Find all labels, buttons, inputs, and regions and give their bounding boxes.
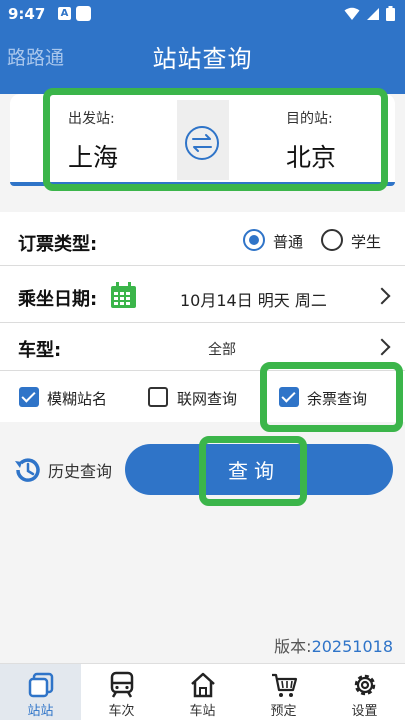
ticket-type-label: 订票类型: [18, 234, 98, 255]
notification-a-icon: A [58, 7, 71, 20]
gear-icon [354, 674, 375, 696]
radio-student[interactable] [321, 229, 343, 251]
signal-icon [367, 7, 379, 20]
tab-station-to-station[interactable]: 站站 [0, 664, 81, 720]
swap-icon[interactable] [184, 125, 220, 161]
radio-normal-label[interactable]: 普通 [273, 231, 303, 252]
train-icon [110, 671, 133, 698]
tab-label: 设置 [351, 704, 378, 719]
tab-train-number[interactable]: 车次 [81, 664, 162, 720]
calendar-icon[interactable] [110, 282, 137, 309]
history-icon [15, 458, 40, 482]
tab-label: 站站 [27, 704, 54, 719]
tab-label: 预定 [270, 704, 297, 719]
status-time: 9:47 [8, 5, 46, 23]
notification-square-icon [76, 6, 91, 21]
checkbox-remaining-tickets-label[interactable]: 余票查询 [307, 388, 367, 409]
from-station-label: 出发站: [68, 111, 115, 127]
battery-icon [386, 6, 395, 21]
history-label: 历史查询 [48, 462, 113, 481]
tab-label: 车次 [108, 704, 135, 719]
checkbox-remaining-tickets[interactable] [279, 387, 299, 407]
station-icon [28, 672, 53, 698]
tab-booking[interactable]: 预定 [243, 664, 324, 720]
tab-station[interactable]: 车站 [162, 664, 243, 720]
travel-date-label: 乘坐日期: [18, 289, 98, 310]
checkbox-fuzzy-station[interactable] [19, 387, 39, 407]
checkbox-online-query-label[interactable]: 联网查询 [177, 388, 237, 409]
status-icons [344, 6, 395, 21]
tab-settings[interactable]: 设置 [324, 664, 405, 720]
divider [0, 265, 405, 266]
radio-student-label[interactable]: 学生 [351, 231, 381, 252]
travel-date-value[interactable]: 10月14日 明天 周二 [180, 287, 327, 311]
to-station-value[interactable]: 北京 [286, 138, 336, 174]
to-station-label: 目的站: [286, 111, 333, 127]
page-title: 站站查询 [152, 45, 253, 73]
bottom-nav: 站站 车次 车站 预定 设置 [0, 663, 405, 720]
divider [0, 370, 405, 371]
car-type-value[interactable]: 全部 [208, 339, 236, 359]
header-strip [0, 80, 405, 94]
divider [0, 322, 405, 323]
tab-label: 车站 [189, 704, 216, 719]
from-station-value[interactable]: 上海 [68, 138, 118, 174]
checkbox-online-query[interactable] [148, 387, 168, 407]
checkbox-fuzzy-station-label[interactable]: 模糊站名 [47, 388, 107, 409]
version-number: 20251018 [311, 637, 393, 656]
app-bar: 路路通 站站查询 [0, 30, 405, 80]
cart-icon [271, 673, 297, 697]
car-type-label: 车型: [18, 340, 62, 361]
query-button-label[interactable]: 查询 [211, 448, 297, 494]
home-icon [190, 672, 215, 698]
wifi-icon [344, 7, 360, 20]
version-prefix: 版本: [274, 637, 312, 656]
status-bar: 9:47 A [0, 0, 405, 30]
radio-normal[interactable] [243, 229, 265, 251]
history-button[interactable]: 历史查询 [12, 454, 112, 486]
version-info: 版本:20251018 [274, 633, 393, 657]
